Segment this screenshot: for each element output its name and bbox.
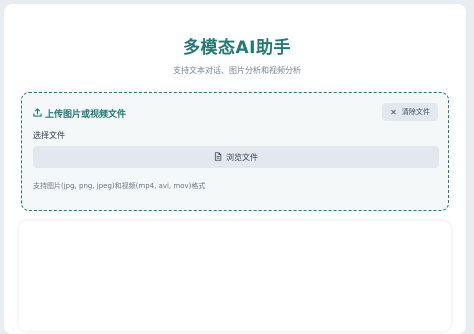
browse-files-button[interactable]: 浏览文件 bbox=[33, 146, 439, 168]
supported-formats-hint: 支持图片(jpg, png, jpeg)和视频(mp4, avi, mov)格式 bbox=[33, 182, 206, 190]
browse-files-label: 浏览文件 bbox=[226, 152, 258, 162]
upload-icon bbox=[33, 107, 45, 120]
clear-files-label: 清除文件 bbox=[401, 108, 430, 116]
output-panel bbox=[19, 221, 451, 331]
page-title: 多模态AI助手 bbox=[183, 38, 291, 58]
choose-file-label: 选择文件 bbox=[33, 131, 65, 140]
close-icon: ✕ bbox=[390, 107, 397, 117]
upload-dropzone[interactable]: 上传图片或视频文件 ✕ 清除文件 选择文件 浏览文件 支持图片(jpg, png… bbox=[21, 92, 449, 211]
clear-files-button[interactable]: ✕ 清除文件 bbox=[382, 103, 438, 121]
page-subtitle: 支持文本对话、图片分析和视频分析 bbox=[173, 66, 301, 75]
file-icon bbox=[214, 151, 226, 163]
upload-heading: 上传图片或视频文件 bbox=[33, 107, 126, 120]
upload-heading-label: 上传图片或视频文件 bbox=[45, 110, 127, 120]
